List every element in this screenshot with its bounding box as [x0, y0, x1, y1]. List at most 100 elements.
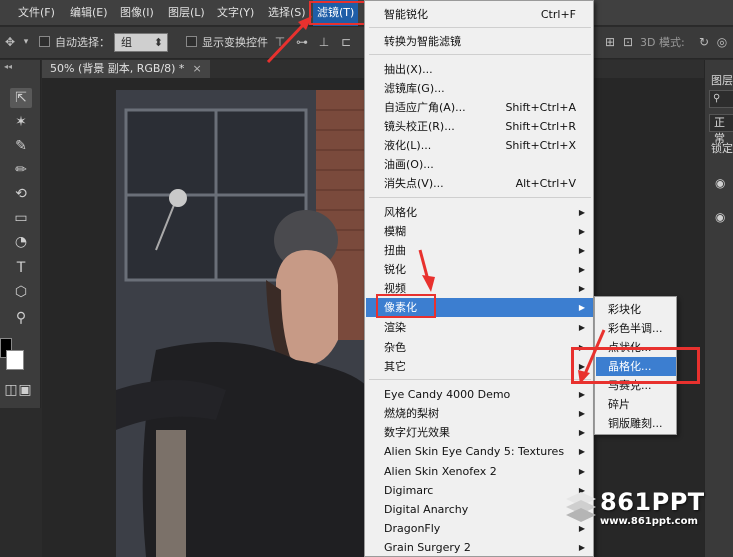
magic-wand-icon[interactable]: ✶	[10, 112, 32, 132]
type-tool-icon[interactable]: T	[10, 258, 32, 278]
align-top-icon[interactable]: ⊤	[272, 34, 288, 50]
search-icon: ⚲	[713, 93, 721, 104]
auto-select-checkbox[interactable]	[39, 36, 50, 47]
submenu-item-facet[interactable]: 彩块化	[596, 300, 676, 319]
shortcut-label: Shift+Ctrl+R	[505, 120, 576, 133]
menu-item-digital-anarchy[interactable]: Digital Anarchy▶	[366, 500, 593, 519]
menu-item-vanishing-point[interactable]: 消失点(V)... Alt+Ctrl+V	[366, 174, 593, 193]
layers-panel: 图层 ⚲ 正常 锁定 ◉ ◉	[704, 60, 733, 557]
menu-item-stylize[interactable]: 风格化 ▶	[366, 203, 593, 222]
menu-item-render[interactable]: 渲染 ▶	[366, 318, 593, 337]
menu-item-noise[interactable]: 杂色 ▶	[366, 338, 593, 357]
submenu-arrow-icon: ▶	[578, 447, 585, 456]
align-left-icon[interactable]: ⊏	[338, 34, 354, 50]
menu-item-alien-skin-xenofex[interactable]: Alien Skin Xenofex 2 ▶	[366, 462, 593, 481]
menu-item-blur[interactable]: 模糊 ▶	[366, 222, 593, 241]
menu-item-alien-skin-textures[interactable]: Alien Skin Eye Candy 5: Textures ▶	[366, 442, 593, 461]
move-tool-icon: ✥	[4, 35, 16, 49]
menu-item-burning-pear-tree[interactable]: 燃烧的梨树 ▶	[366, 404, 593, 423]
menu-item-liquify[interactable]: 液化(L)... Shift+Ctrl+X	[366, 136, 593, 155]
blur-tool-icon[interactable]: ◔	[10, 232, 32, 252]
distribute-icon[interactable]: ⊞	[602, 34, 618, 50]
photo-illustration	[116, 90, 370, 557]
menu-item-label: 抽出(X)...	[384, 63, 433, 76]
menu-edit[interactable]: 编辑(E)	[66, 0, 112, 26]
menu-item-oil-paint[interactable]: 油画(O)...	[366, 155, 593, 174]
align-vcenter-icon[interactable]: ⊶	[294, 34, 310, 50]
menu-item-digimarc[interactable]: Digimarc ▶	[366, 481, 593, 500]
menu-file[interactable]: 文件(F)	[14, 0, 59, 26]
watermark-url: www.861ppt.com	[600, 516, 698, 527]
menu-image[interactable]: 图像(I)	[116, 0, 158, 26]
menu-layer[interactable]: 图层(L)	[164, 0, 209, 26]
submenu-arrow-icon: ▶	[578, 390, 585, 399]
menu-item-adaptive-wide-angle[interactable]: 自适应广角(A)... Shift+Ctrl+A	[366, 98, 593, 117]
submenu-arrow-icon: ▶	[578, 467, 585, 476]
layers-tab[interactable]: 图层	[711, 72, 733, 88]
submenu-item-fragment[interactable]: 碎片	[596, 395, 676, 414]
menu-item-label: Grain Surgery 2	[384, 541, 471, 554]
menu-item-label: Alien Skin Eye Candy 5: Textures	[384, 445, 565, 458]
menu-item-filter-gallery[interactable]: 滤镜库(G)...	[366, 79, 593, 98]
auto-align-icon[interactable]: ⊡	[620, 34, 636, 50]
menu-item-other[interactable]: 其它 ▶	[366, 357, 593, 376]
menu-item-label: 锐化	[384, 263, 406, 276]
menu-item-sharpen[interactable]: 锐化 ▶	[366, 260, 593, 279]
zoom-tool-icon[interactable]: ⚲	[10, 308, 32, 328]
collapse-icon[interactable]: ◂◂	[4, 62, 12, 71]
document-photo	[116, 90, 370, 557]
eye-icon[interactable]: ◉	[715, 210, 725, 224]
shape-tool-icon[interactable]: ⬡	[10, 282, 32, 302]
brush-icon[interactable]: ✏	[10, 160, 32, 180]
menu-item-label: 燃烧的梨树	[384, 407, 439, 420]
menu-item-lens-correction[interactable]: 镜头校正(R)... Shift+Ctrl+R	[366, 117, 593, 136]
lock-label: 锁定	[711, 142, 733, 155]
filter-dropdown-menu: 智能锐化 Ctrl+F 转换为智能滤镜 抽出(X)... 滤镜库(G)... 自适…	[364, 0, 594, 557]
auto-select-value: 组	[121, 36, 132, 49]
menu-item-label: DragonFly	[384, 522, 441, 535]
move-tool-icon[interactable]: ⇱	[10, 88, 32, 108]
show-transform-checkbox[interactable]	[186, 36, 197, 47]
menu-item-extract[interactable]: 抽出(X)...	[366, 60, 593, 79]
eyedropper-icon[interactable]: ✎	[10, 136, 32, 156]
eraser-icon[interactable]: ▭	[10, 208, 32, 228]
menu-item-label: 杂色	[384, 341, 406, 354]
menu-item-label: 数字灯光效果	[384, 426, 450, 439]
menu-item-label: 其它	[384, 360, 406, 373]
blend-mode-select[interactable]: 正常	[709, 114, 733, 145]
stack-logo-icon	[566, 492, 596, 522]
close-icon[interactable]: ×	[192, 62, 201, 75]
auto-select-label: 自动选择：	[55, 36, 110, 49]
eye-icon[interactable]: ◉	[715, 176, 725, 190]
background-color-swatch[interactable]	[6, 350, 24, 370]
menu-separator	[369, 197, 591, 198]
submenu-arrow-icon: ▶	[578, 227, 585, 236]
menu-item-eye-candy[interactable]: Eye Candy 4000 Demo ▶	[366, 385, 593, 404]
document-tab[interactable]: 50% (背景 副本, RGB/8) * ×	[42, 60, 210, 78]
menu-item-dragonfly[interactable]: DragonFly ▶	[366, 519, 593, 538]
menu-item-label: Eye Candy 4000 Demo	[384, 388, 511, 401]
screen-mode-icon[interactable]: ▣	[14, 380, 36, 400]
menu-item-convert-smart-filter[interactable]: 转换为智能滤镜	[366, 32, 593, 51]
chevron-down-icon[interactable]: ▾	[18, 34, 34, 50]
menu-item-grain-surgery[interactable]: Grain Surgery 2 ▶	[366, 538, 593, 557]
menu-item-distort[interactable]: 扭曲 ▶	[366, 241, 593, 260]
menu-item-digital-light[interactable]: 数字灯光效果 ▶	[366, 423, 593, 442]
align-bottom-icon[interactable]: ⊥	[316, 34, 332, 50]
history-brush-icon[interactable]: ⟲	[10, 184, 32, 204]
filter-menu-highlight-box	[309, 1, 366, 25]
submenu-item-color-halftone[interactable]: 彩色半调...	[596, 319, 676, 338]
menu-select[interactable]: 选择(S)	[264, 0, 310, 26]
menu-separator	[369, 54, 591, 55]
menu-type[interactable]: 文字(Y)	[213, 0, 258, 26]
auto-select-dropdown[interactable]: 组 ⬍	[114, 33, 168, 52]
menu-item-smart-sharpen[interactable]: 智能锐化 Ctrl+F	[366, 5, 593, 24]
layer-filter-field[interactable]: ⚲	[709, 90, 733, 108]
roll-3d-icon[interactable]: ◎	[714, 34, 730, 50]
pixelate-highlight-box	[376, 294, 436, 318]
submenu-item-mezzotint[interactable]: 铜版雕刻...	[596, 414, 676, 433]
show-transform-label: 显示变换控件	[202, 36, 268, 49]
menu-item-label: 油画(O)...	[384, 158, 434, 171]
shortcut-label: Alt+Ctrl+V	[515, 177, 576, 190]
rotate-3d-icon[interactable]: ↻	[696, 34, 712, 50]
